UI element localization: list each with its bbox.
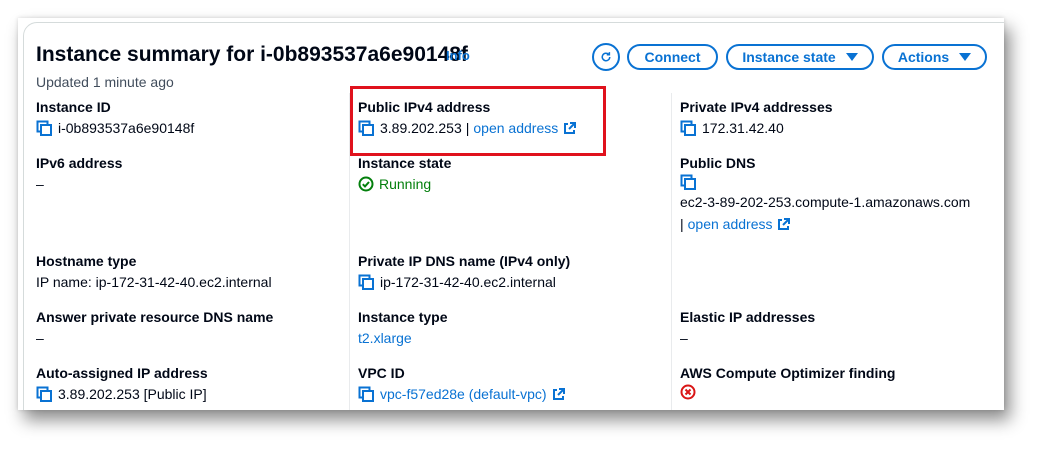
field-instance-id: Instance ID i-0b893537a6e90148f xyxy=(36,98,194,138)
column-divider xyxy=(671,93,672,410)
field-label: Answer private resource DNS name xyxy=(36,309,274,325)
field-value: 3.89.202.253 [Public IP] xyxy=(58,386,207,402)
external-link-icon xyxy=(552,387,565,400)
info-link[interactable]: Info xyxy=(446,48,470,63)
screenshot-frame: Instance summary for i-0b893537a6e90148f… xyxy=(18,18,1004,410)
field-label: IPv6 address xyxy=(36,155,123,171)
open-address-link[interactable]: open address xyxy=(688,214,773,234)
actions-label: Actions xyxy=(897,49,950,65)
connect-button[interactable]: Connect xyxy=(627,44,718,70)
field-hostname-type: Hostname type IP name: ip-172-31-42-40.e… xyxy=(36,252,272,292)
field-instance-state: Instance state Running xyxy=(358,154,451,194)
instance-summary-card: Instance summary for i-0b893537a6e90148f… xyxy=(23,22,1004,410)
copy-icon[interactable] xyxy=(680,120,696,136)
field-value: IP name: ip-172-31-42-40.ec2.internal xyxy=(36,274,272,290)
instance-type-link[interactable]: t2.xlarge xyxy=(358,328,412,348)
error-circle-icon xyxy=(680,384,696,400)
refresh-button[interactable] xyxy=(592,43,620,71)
copy-icon[interactable] xyxy=(36,120,52,136)
field-value: 172.31.42.40 xyxy=(702,120,784,136)
field-label: Instance type xyxy=(358,309,448,325)
check-circle-icon xyxy=(358,176,374,192)
field-private-ip-dns: Private IP DNS name (IPv4 only) ip-172-3… xyxy=(358,252,570,292)
field-label: Instance state xyxy=(358,155,452,171)
field-answer-dns: Answer private resource DNS name – xyxy=(36,308,273,348)
caret-down-icon xyxy=(959,53,972,61)
instance-state-label: Instance state xyxy=(742,49,836,65)
field-label: Hostname type xyxy=(36,253,137,269)
field-auto-ip: Auto-assigned IP address 3.89.202.253 [P… xyxy=(36,364,208,404)
separator: | xyxy=(680,216,684,232)
field-label: VPC ID xyxy=(358,365,405,381)
refresh-icon xyxy=(601,52,611,62)
field-ipv6: IPv6 address – xyxy=(36,154,122,194)
field-instance-type: Instance type t2.xlarge xyxy=(358,308,447,348)
copy-icon[interactable] xyxy=(358,386,374,402)
actions-button[interactable]: Actions xyxy=(882,44,987,70)
field-value: – xyxy=(36,330,44,346)
field-label: Private IPv4 addresses xyxy=(680,99,833,115)
copy-icon[interactable] xyxy=(36,386,52,402)
page-title: Instance summary for i-0b893537a6e90148f xyxy=(36,43,468,66)
field-value: ec2-3-89-202-253.compute-1.amazonaws.com xyxy=(680,194,971,210)
field-private-ipv4: Private IPv4 addresses 172.31.42.40 xyxy=(680,98,833,138)
updated-timestamp: Updated 1 minute ago xyxy=(36,74,174,90)
copy-icon[interactable] xyxy=(358,274,374,290)
field-optimizer: AWS Compute Optimizer finding xyxy=(680,364,895,400)
connect-label: Connect xyxy=(644,49,701,65)
field-value: – xyxy=(680,330,688,346)
field-value: i-0b893537a6e90148f xyxy=(58,120,195,136)
field-label: Auto-assigned IP address xyxy=(36,365,208,381)
field-public-dns: Public DNS ec2-3-89-202-253.compute-1.am… xyxy=(680,154,970,234)
caret-down-icon xyxy=(845,53,858,61)
field-label: Private IP DNS name (IPv4 only) xyxy=(358,253,571,269)
copy-icon[interactable] xyxy=(680,174,696,190)
field-value: – xyxy=(36,176,44,192)
vpc-id-link[interactable]: vpc-f57ed28e (default-vpc) xyxy=(380,384,547,404)
field-label: Instance ID xyxy=(36,99,111,115)
instance-state-button[interactable]: Instance state xyxy=(726,44,874,70)
field-vpc-id: VPC ID vpc-f57ed28e (default-vpc) xyxy=(358,364,565,404)
external-link-icon xyxy=(778,217,791,230)
field-label: AWS Compute Optimizer finding xyxy=(680,365,896,381)
highlight-box xyxy=(350,86,606,156)
status-running: Running xyxy=(379,176,432,192)
field-elastic-ip: Elastic IP addresses – xyxy=(680,308,815,348)
field-label: Elastic IP addresses xyxy=(680,309,816,325)
field-label: Public DNS xyxy=(680,155,756,171)
field-value: ip-172-31-42-40.ec2.internal xyxy=(380,274,556,290)
